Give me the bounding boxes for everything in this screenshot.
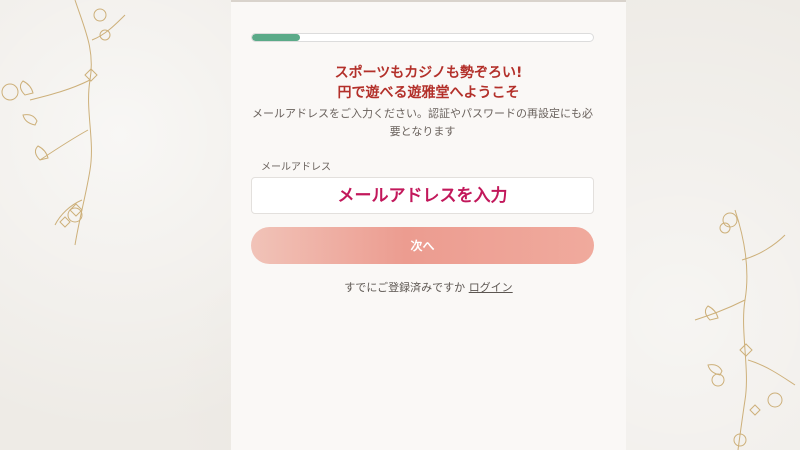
headline-line-2: 円で遊べる遊雅堂へようこそ xyxy=(337,85,520,101)
progress-bar-fill xyxy=(252,34,300,41)
email-input[interactable] xyxy=(251,177,594,214)
welcome-headline: スポーツもカジノも勢ぞろい! 円で遊べる遊雅堂へようこそ xyxy=(231,63,626,103)
instruction-text: メールアドレスをご入力ください。認証やパスワードの再設定にも必要となります xyxy=(252,107,593,138)
floral-decoration-icon xyxy=(1,0,126,246)
progress-bar xyxy=(251,33,594,42)
headline-line-1: スポーツもカジノも勢ぞろい! xyxy=(334,65,523,81)
email-field-label: メールアドレス xyxy=(261,162,331,173)
registration-panel: スポーツもカジノも勢ぞろい! 円で遊べる遊雅堂へようこそ メールアドレスをご入力… xyxy=(231,0,626,450)
next-button[interactable]: 次へ xyxy=(251,227,594,264)
floral-decoration-icon xyxy=(694,209,796,450)
login-prompt-text: すでにご登録済みですか xyxy=(344,281,466,294)
login-prompt: すでにご登録済みですか ログイン xyxy=(231,279,626,295)
login-link[interactable]: ログイン xyxy=(469,281,513,294)
